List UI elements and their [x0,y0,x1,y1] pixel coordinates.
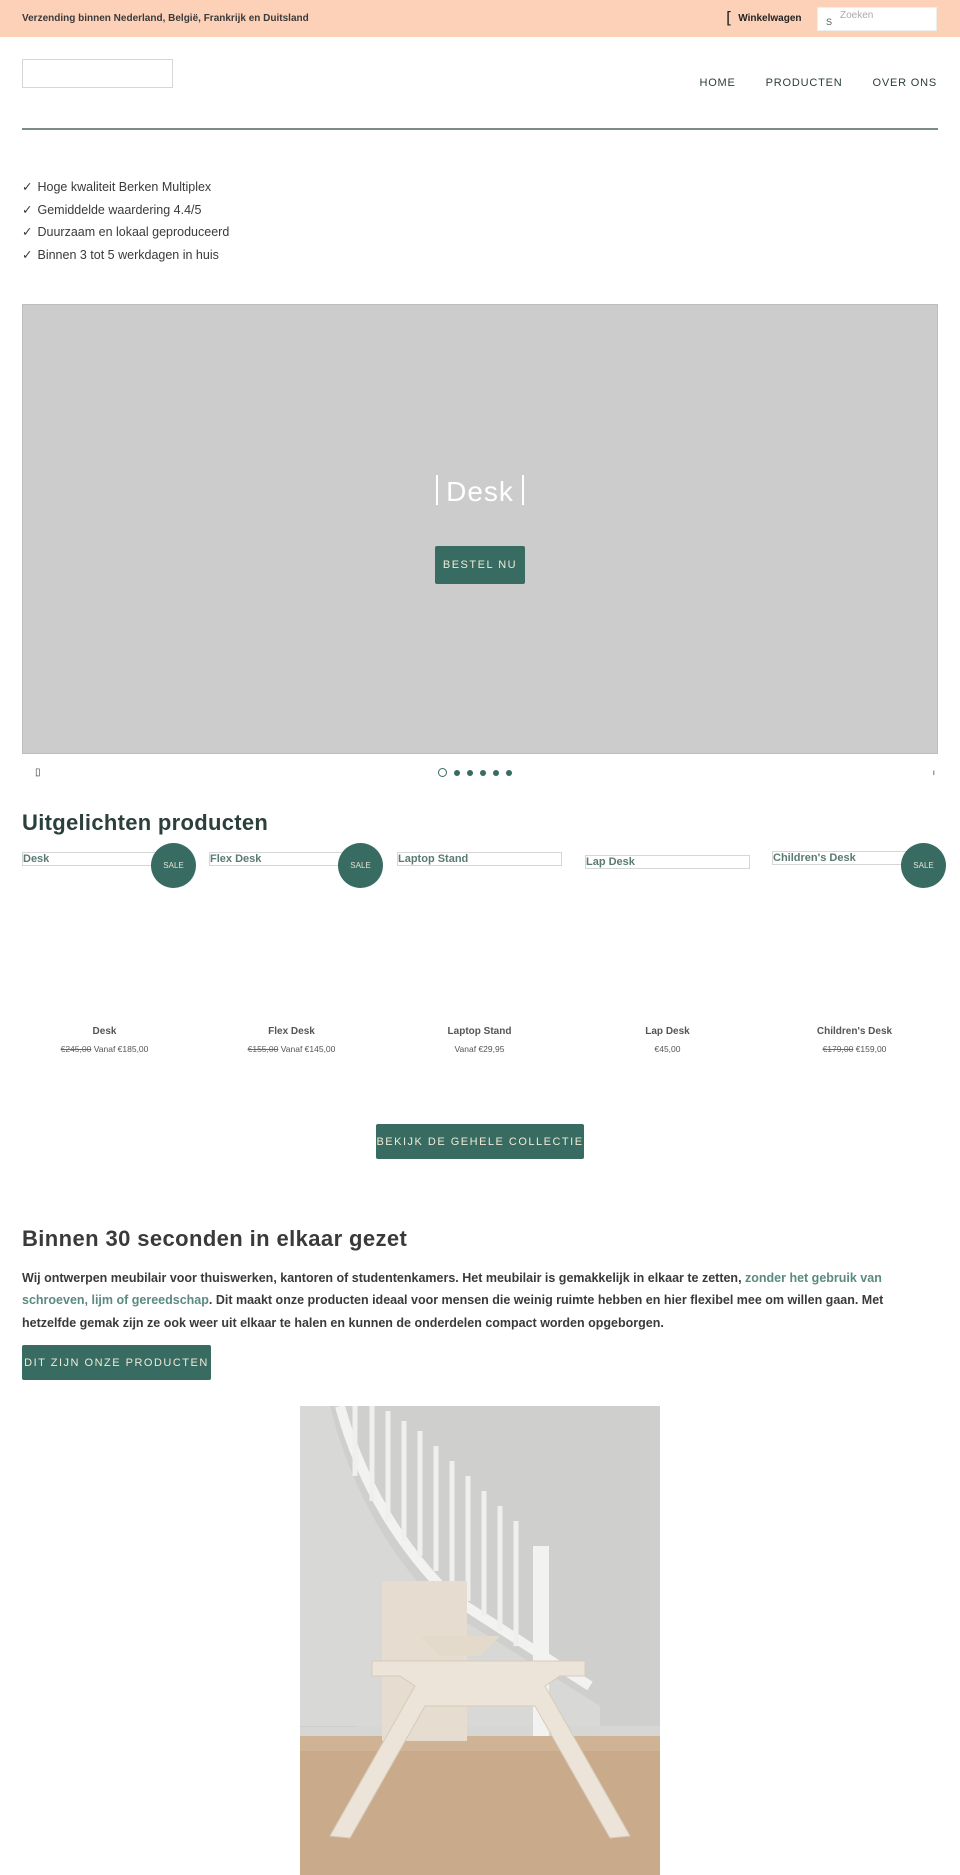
nav-producten[interactable]: PRODUCTEN [766,77,843,89]
usp-text: Binnen 3 tot 5 werkdagen in huis [37,247,219,262]
current-price: Vanaf €185,00 [93,1044,149,1054]
check-icon: ✓ [22,202,33,217]
usp-text: Hoge kwaliteit Berken Multiplex [37,180,212,194]
about-title: Binnen 30 seconden in elkaar gezet [22,1226,408,1251]
featured-title: Uitgelichten producten [22,810,269,835]
product-card[interactable]: Laptop Stand Laptop Stand Vanaf €29,95 [397,840,562,1060]
slider-dot-5[interactable] [493,769,499,776]
slider-dot-4[interactable] [480,769,486,776]
hero-slide: Desk BESTEL NU [22,304,938,754]
about-text: Wij ontwerpen meubilair voor thuiswerken… [22,1267,922,1334]
old-price: €245,00 [60,1044,92,1054]
slider-dot-1[interactable] [438,768,447,777]
title-bar-right [521,475,524,505]
old-price: €155,00 [247,1044,279,1054]
product-image[interactable]: Laptop Stand [397,852,562,866]
slider-dot-6[interactable] [506,769,512,776]
search-box: S [817,7,937,31]
cart-icon: [ [726,8,733,27]
announcement-bar: Verzending binnen Nederland, België, Fra… [0,0,960,37]
search-input[interactable] [840,10,934,21]
desk-photo [300,1406,660,1875]
product-name[interactable]: Children's Desk [772,1026,937,1037]
nav-home[interactable]: HOME [699,77,735,89]
product-price: €155,00 Vanaf €145,00 [209,1044,374,1054]
check-icon: ✓ [22,247,33,262]
next-arrow-icon[interactable]: ı [933,768,935,777]
current-price: €45,00 [654,1044,681,1054]
current-price: Vanaf €145,00 [280,1044,336,1054]
logo[interactable] [22,59,173,88]
view-collection-button[interactable]: BEKIJK DE GEHELE COLLECTIE [376,1124,584,1159]
usp-text: Duurzaam en lokaal geproduceerd [37,225,230,239]
usp-list: ✓ Hoge kwaliteit Berken Multiplex ✓ Gemidd… [22,176,229,266]
product-image[interactable]: Lap Desk [585,855,750,869]
product-name[interactable]: Laptop Stand [397,1026,562,1037]
shipping-notice: Verzending binnen Nederland, België, Fra… [22,13,309,24]
desk-photo-illustration [300,1406,660,1875]
slider-controls: ▯ ı [22,764,938,784]
slider-dot-2[interactable] [454,769,460,776]
slider-dots [438,768,512,777]
product-name[interactable]: Lap Desk [585,1026,750,1037]
product-card[interactable]: Lap Desk Lap Desk €45,00 [585,840,750,1060]
sale-badge: SALE [901,843,946,888]
product-grid: Desk SALE Desk €245,00 Vanaf €185,00 Fle… [22,840,960,1060]
hero-title-text: Desk [446,476,514,507]
check-icon: ✓ [22,225,33,239]
old-price: €179,00 [822,1044,854,1054]
usp-item: ✓ Hoge kwaliteit Berken Multiplex [22,176,229,199]
product-name[interactable]: Desk [22,1026,187,1037]
product-price: €245,00 Vanaf €185,00 [22,1044,187,1054]
check-icon: ✓ [22,180,33,194]
prev-arrow-icon[interactable]: ▯ [35,767,41,778]
search-icon[interactable]: S [826,17,832,27]
about-text-part-1: Wij ontwerpen meubilair voor thuiswerken… [22,1271,746,1285]
current-price: €159,00 [855,1044,887,1054]
product-card[interactable]: Desk SALE Desk €245,00 Vanaf €185,00 [22,840,196,1060]
hero-title: Desk [23,475,937,508]
slider-dot-3[interactable] [467,769,473,776]
cart-label: Winkelwagen [738,12,802,24]
usp-text: Gemiddelde waardering 4.4/5 [37,202,202,217]
order-now-button[interactable]: BESTEL NU [435,546,525,584]
sale-badge: SALE [151,843,196,888]
product-price: €45,00 [585,1044,750,1054]
current-price: Vanaf €29,95 [454,1044,505,1054]
nav-over-ons[interactable]: OVER ONS [873,77,937,89]
title-bar-left [436,475,439,505]
usp-item: ✓ Duurzaam en lokaal geproduceerd [22,221,229,244]
product-price: Vanaf €29,95 [397,1044,562,1054]
product-name[interactable]: Flex Desk [209,1026,374,1037]
cart-link[interactable]: [ Winkelwagen [726,8,802,27]
product-card[interactable]: Flex Desk SALE Flex Desk €155,00 Vanaf €… [209,840,383,1060]
usp-item: ✓ Binnen 3 tot 5 werkdagen in huis [22,244,229,267]
sale-badge: SALE [338,843,383,888]
product-card[interactable]: Children's Desk SALE Children's Desk €17… [772,840,946,1060]
main-nav: HOME PRODUCTEN OVER ONS [699,77,937,89]
our-products-button[interactable]: DIT ZIJN ONZE PRODUCTEN [22,1345,211,1380]
usp-item: ✓ Gemiddelde waardering 4.4/5 [22,199,229,222]
header-divider [22,128,938,130]
product-price: €179,00 €159,00 [772,1044,937,1054]
